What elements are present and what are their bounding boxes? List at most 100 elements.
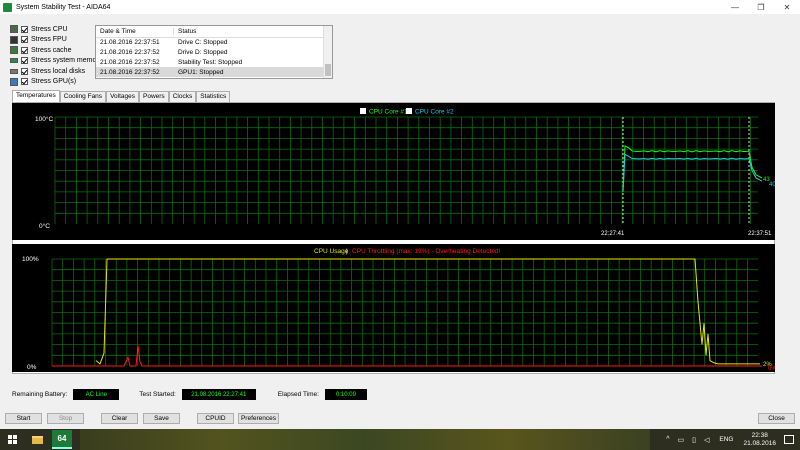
clear-button[interactable]: Clear	[101, 413, 138, 424]
temp-x-label-start: 22:27:41	[601, 231, 625, 237]
folder-icon	[31, 435, 43, 444]
log-scrollbar[interactable]	[323, 26, 332, 78]
stress-gpu-checkbox[interactable]	[21, 78, 28, 86]
legend-core2-label: CPU Core #2	[415, 109, 454, 116]
stress-option-label: Stress system memory	[31, 57, 103, 65]
legend-checkbox-core2[interactable]	[406, 108, 412, 114]
stress-disks-checkbox[interactable]	[21, 67, 28, 75]
test-started-label: Test Started:	[139, 391, 176, 398]
log-header: Date & Time Status	[96, 26, 332, 38]
stress-memory-checkbox[interactable]	[21, 57, 28, 65]
cpuid-button[interactable]: CPUID	[197, 413, 234, 424]
temp-y-bottom-label: 0°C	[39, 222, 50, 230]
save-button[interactable]: Save	[143, 413, 180, 424]
legend-core1-label: CPU Core #1	[369, 109, 408, 116]
elapsed-time-label: Elapsed Time:	[277, 391, 319, 398]
notifications-icon[interactable]	[784, 435, 794, 444]
network-icon[interactable]: ▭	[677, 436, 684, 444]
start-button[interactable]: Start	[5, 413, 42, 424]
tab-temperatures[interactable]: Temperatures	[12, 90, 60, 102]
stress-option-fpu[interactable]: Stress FPU	[10, 35, 102, 46]
close-button[interactable]: Close	[758, 413, 795, 424]
usage-chart-svg: CPU Usage | CPU Throttling (max: 19%) - …	[22, 248, 777, 372]
file-explorer-taskbar-button[interactable]	[27, 430, 47, 449]
battery-label: Remaining Battery:	[12, 391, 68, 398]
stop-button[interactable]: Stop	[47, 413, 84, 424]
test-started-value: 21.08.2016 22:27:41	[181, 389, 256, 400]
stress-option-label: Stress cache	[31, 46, 72, 54]
start-menu-button[interactable]	[0, 429, 24, 450]
stress-option-cpu[interactable]: Stress CPU	[10, 24, 102, 35]
log-status: Stability Test: Stopped	[178, 58, 243, 66]
title-bar: System Stability Test - AIDA64 — ❐ ✕	[0, 0, 800, 14]
stress-option-label: Stress CPU	[31, 25, 68, 33]
clock[interactable]: 22:38 21.08.2016	[743, 432, 776, 448]
maximize-button[interactable]: ❐	[748, 0, 774, 14]
tab-clocks[interactable]: Clocks	[168, 91, 197, 102]
stress-option-memory[interactable]: Stress system memory	[10, 56, 102, 67]
gpu-icon	[10, 77, 18, 86]
stress-option-disks[interactable]: Stress local disks	[10, 66, 102, 77]
minimize-button[interactable]: —	[722, 0, 748, 14]
legend-checkbox-core1[interactable]	[360, 108, 366, 114]
temp-x-label-end: 22:37:51	[748, 231, 772, 237]
stress-options: Stress CPU Stress FPU Stress cache Stres…	[10, 24, 102, 87]
stress-option-label: Stress FPU	[31, 36, 67, 44]
log-date: 21.08.2016 22:37:51	[100, 39, 160, 47]
log-row[interactable]: 21.08.2016 22:37:52 Drive D: Stopped	[96, 48, 332, 58]
stress-cpu-checkbox[interactable]	[21, 25, 28, 33]
aida64-app-icon	[3, 2, 12, 12]
log-header-date[interactable]: Date & Time	[96, 28, 174, 35]
cache-icon	[10, 46, 18, 55]
log-date: 21.08.2016 22:37:52	[100, 58, 160, 66]
fpu-icon	[10, 35, 18, 44]
clock-date: 21.08.2016	[743, 439, 776, 447]
log-scroll-thumb[interactable]	[325, 64, 331, 76]
log-row[interactable]: 21.08.2016 22:37:52 Stability Test: Stop…	[96, 58, 332, 68]
stress-option-label: Stress local disks	[31, 67, 86, 75]
windows-taskbar: 64 ^ ▭ ▯ ◁ ENG 22:38 21.08.2016	[0, 429, 800, 450]
usage-legend-separator: |	[346, 248, 348, 255]
system-tray: ^ ▭ ▯ ◁ ENG 22:38 21.08.2016	[662, 429, 800, 450]
tab-cooling-fans[interactable]: Cooling Fans	[59, 91, 107, 102]
stress-option-gpu[interactable]: Stress GPU(s)	[10, 77, 102, 88]
cpu-throttling-series	[52, 345, 762, 367]
window-title: System Stability Test - AIDA64	[16, 3, 111, 11]
log-status: GPU1: Stopped	[178, 68, 224, 76]
cpu-usage-series	[95, 258, 760, 365]
log-row-selected[interactable]: 21.08.2016 22:37:52 GPU1: Stopped	[96, 67, 332, 78]
disk-icon	[10, 68, 18, 74]
throttle-end-value: 0%	[768, 366, 775, 372]
cpu-usage-graph: CPU Usage | CPU Throttling (max: 19%) - …	[12, 244, 777, 372]
stress-option-cache[interactable]: Stress cache	[10, 45, 102, 56]
log-status: Drive C: Stopped	[178, 39, 228, 47]
stress-fpu-checkbox[interactable]	[21, 36, 28, 44]
preferences-button[interactable]: Preferences	[238, 413, 279, 424]
core2-end-value: 40	[769, 182, 775, 188]
stress-option-label: Stress GPU(s)	[31, 78, 77, 86]
windows-logo-icon	[7, 435, 17, 444]
memory-icon	[10, 58, 18, 64]
status-row: Remaining Battery: AC Line Test Started:…	[12, 389, 367, 400]
tab-statistics[interactable]: Statistics	[196, 91, 231, 102]
close-window-button[interactable]: ✕	[774, 0, 800, 14]
volume-icon[interactable]: ◁	[704, 436, 709, 444]
stress-cache-checkbox[interactable]	[21, 46, 28, 54]
log-row[interactable]: 21.08.2016 22:37:51 Drive C: Stopped	[96, 38, 332, 48]
log-date: 21.08.2016 22:37:52	[100, 49, 160, 57]
tab-voltages[interactable]: Voltages	[106, 91, 139, 102]
aida64-icon: 64	[57, 434, 67, 443]
battery-icon[interactable]: ▯	[692, 436, 696, 444]
temp-y-top-label: 100°C	[35, 115, 53, 123]
battery-value: AC Line	[73, 389, 120, 400]
usage-legend-throttle: CPU Throttling (max: 19%) - Overheating …	[352, 248, 501, 255]
log-header-status[interactable]: Status	[174, 28, 324, 35]
status-log-table[interactable]: Date & Time Status 21.08.2016 22:37:51 D…	[95, 25, 333, 79]
language-indicator[interactable]: ENG	[719, 436, 733, 443]
tab-powers[interactable]: Powers	[139, 91, 169, 102]
clock-time: 22:38	[751, 431, 768, 439]
graph-tabs: Temperatures Cooling Fans Voltages Power…	[12, 90, 231, 102]
log-status: Drive D: Stopped	[178, 49, 228, 57]
aida64-taskbar-button[interactable]: 64	[52, 430, 72, 449]
chevron-up-icon[interactable]: ^	[666, 436, 669, 443]
